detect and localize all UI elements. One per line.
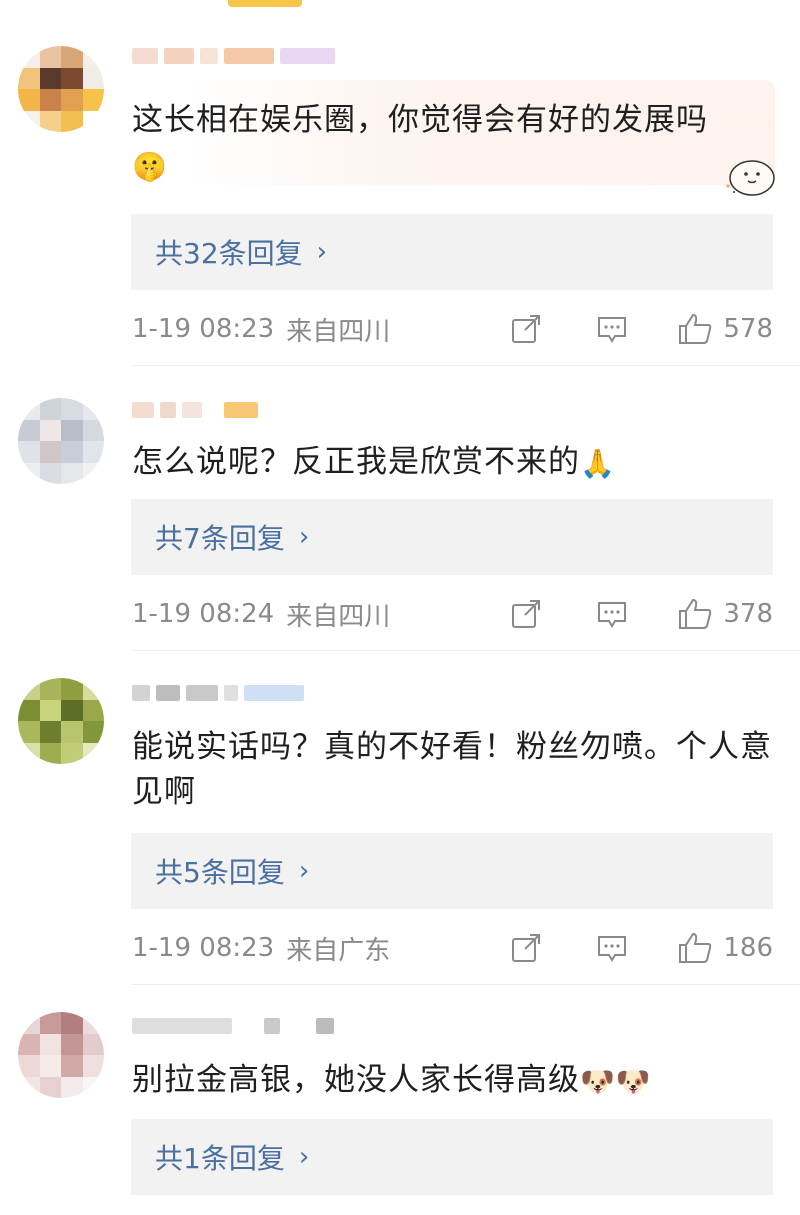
location: 来自四川 [286, 316, 391, 347]
username-blurred[interactable] [132, 1012, 362, 1040]
avatar[interactable] [18, 1012, 104, 1098]
dog-emoji-icon: 🐶🐶 [580, 1065, 652, 1098]
timestamp: 1-19 08:23 [132, 314, 275, 344]
comment-actions: 378 [509, 594, 773, 634]
chevron-right-icon: › [298, 856, 310, 886]
share-icon[interactable] [509, 597, 543, 631]
share-icon[interactable] [509, 312, 543, 346]
view-replies-button[interactable]: 共7条回复 › [131, 499, 773, 575]
thumbs-up-icon [679, 313, 712, 344]
reply-count-label: 共32条回复 [155, 237, 303, 270]
reply-count-label: 共5条回复 [155, 856, 285, 889]
reply-count-label: 共1条回复 [155, 1142, 285, 1175]
avatar[interactable] [18, 678, 104, 764]
username-blurred[interactable] [132, 42, 362, 70]
avatar[interactable] [18, 398, 104, 484]
comment-text: 能说实话吗？真的不好看！粉丝勿喷。个人意见啊 [132, 729, 772, 810]
comment-actions: 578 [509, 309, 773, 349]
comment-icon[interactable] [595, 597, 629, 631]
divider [132, 650, 800, 651]
comment-icon[interactable] [595, 312, 629, 346]
timestamp: 1-19 08:23 [132, 933, 275, 963]
comment-text: 别拉金高银，她没人家长得高级🐶🐶 [132, 1058, 777, 1104]
reply-count-label: 共7条回复 [155, 522, 285, 555]
top-scroll-indicator [228, 0, 302, 7]
comment-text: 怎么说呢？反正我是欣赏不来的🙏 [132, 440, 777, 486]
comment-text: 这长相在娱乐圈，你觉得会有好的发展吗 🤫 [132, 98, 777, 189]
view-replies-button[interactable]: 共32条回复 › [131, 214, 773, 290]
thumbs-up-icon [679, 932, 712, 963]
like-button[interactable]: 378 [677, 597, 773, 631]
location: 来自四川 [286, 601, 391, 632]
location: 来自广东 [286, 935, 391, 966]
view-replies-button[interactable]: 共5条回复 › [131, 833, 773, 909]
username-blurred[interactable] [132, 679, 362, 707]
view-replies-button[interactable]: 共1条回复 › [131, 1119, 773, 1195]
avatar[interactable] [18, 46, 104, 132]
like-count: 378 [723, 599, 773, 629]
share-icon[interactable] [509, 931, 543, 965]
divider [132, 984, 800, 985]
divider [132, 365, 800, 366]
shush-emoji-icon: 🤫 [132, 150, 168, 183]
comment-icon[interactable] [595, 931, 629, 965]
like-button[interactable]: 186 [677, 931, 773, 965]
praying-hands-emoji-icon: 🙏 [580, 447, 616, 480]
username-blurred[interactable] [132, 396, 362, 424]
comment-actions: 186 [509, 928, 773, 968]
like-count: 578 [723, 314, 773, 344]
like-button[interactable]: 578 [677, 312, 773, 346]
like-count: 186 [723, 933, 773, 963]
chevron-right-icon: › [298, 1142, 310, 1172]
thumbs-up-icon [679, 598, 712, 629]
timestamp: 1-19 08:24 [132, 599, 275, 629]
chevron-right-icon: › [316, 237, 328, 267]
chevron-right-icon: › [298, 522, 310, 552]
